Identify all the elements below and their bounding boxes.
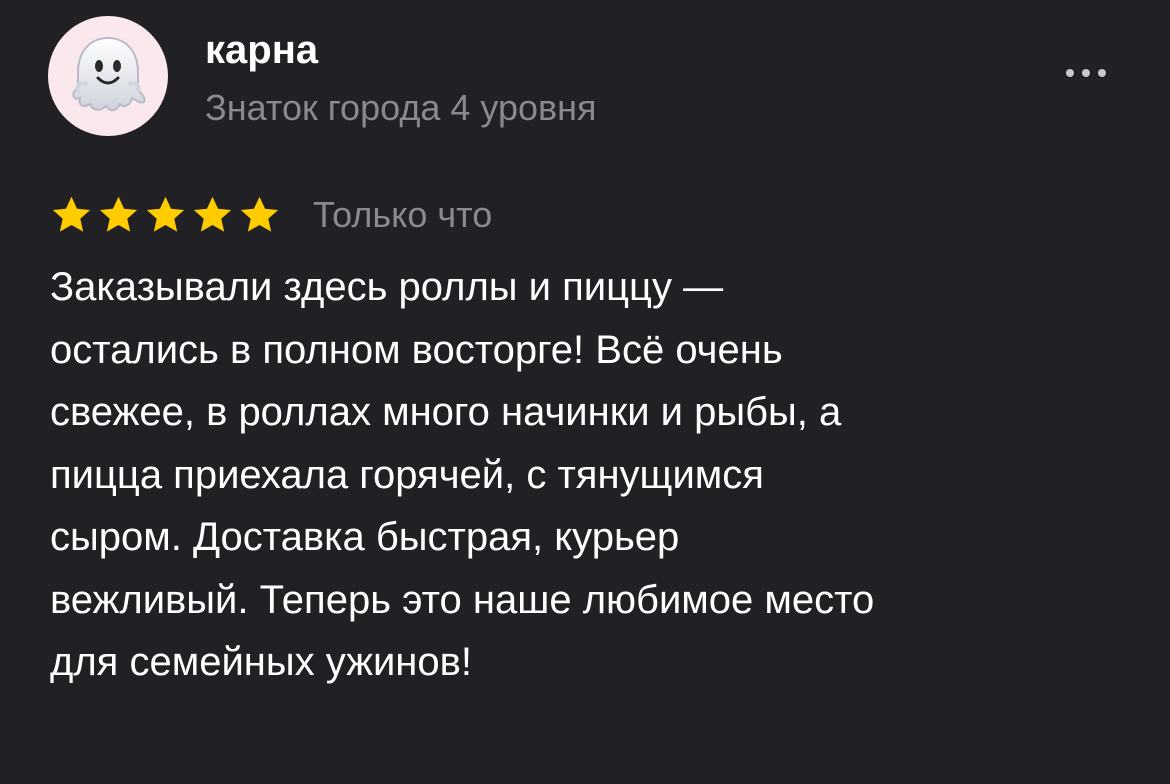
review-time: Только что — [313, 194, 493, 235]
author-level: Знаток города 4 уровня — [205, 87, 597, 128]
avatar[interactable] — [48, 16, 168, 136]
star-rating — [50, 194, 285, 237]
star-icon — [240, 196, 279, 232]
more-dots-icon — [1066, 69, 1106, 77]
star-icon — [52, 196, 91, 232]
review-text: Заказывали здесь роллы и пиццу — осталис… — [50, 265, 875, 684]
star-icon — [146, 196, 185, 232]
ghost-icon — [72, 36, 146, 112]
rating-row: Только что — [50, 192, 492, 238]
author-name[interactable]: карна — [205, 26, 318, 74]
star-icon — [193, 196, 232, 232]
more-options-button[interactable] — [1062, 58, 1110, 88]
star-icon — [99, 196, 138, 232]
